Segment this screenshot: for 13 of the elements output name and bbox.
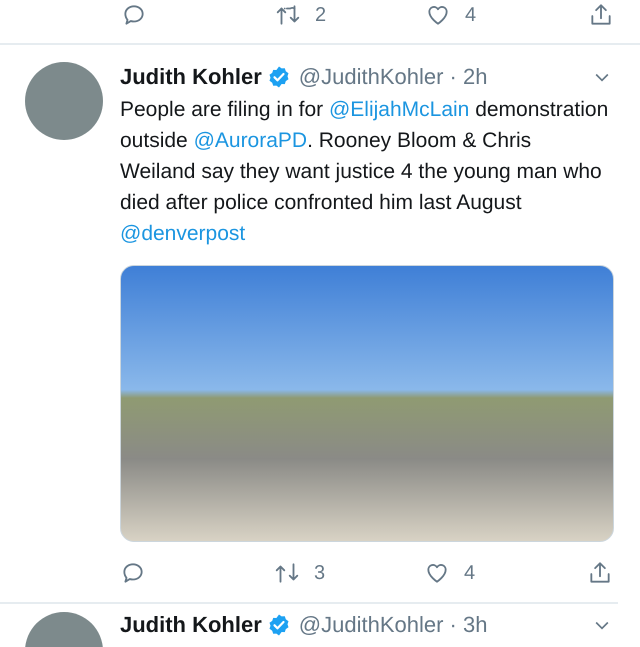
action-count: 3: [314, 562, 326, 584]
mention-link[interactable]: @AuroraPD: [194, 129, 308, 152]
author-name[interactable]: Judith Kohler: [120, 64, 262, 90]
mention-link[interactable]: @ElijahMcLain: [328, 98, 470, 121]
action-count: 4: [464, 562, 476, 584]
handle-and-time: @JudithKohler · 3h: [298, 612, 488, 638]
handle-and-time: @JudithKohler · 2h: [298, 64, 488, 90]
tweet-text: People are filing in for @ElijahMcLain demonstration outside @AuroraPD. Rooney Bloom & Chris Weiland say they want justice 4 the young man who died after police confronted him last August @denverpost: [120, 97, 610, 247]
action-count: 2: [315, 4, 326, 26]
action-count: 4: [465, 4, 476, 26]
photo-placeholder[interactable]: [120, 265, 614, 542]
mention-link[interactable]: @denverpost: [120, 222, 246, 245]
author-name[interactable]: Judith Kohler: [120, 612, 262, 638]
